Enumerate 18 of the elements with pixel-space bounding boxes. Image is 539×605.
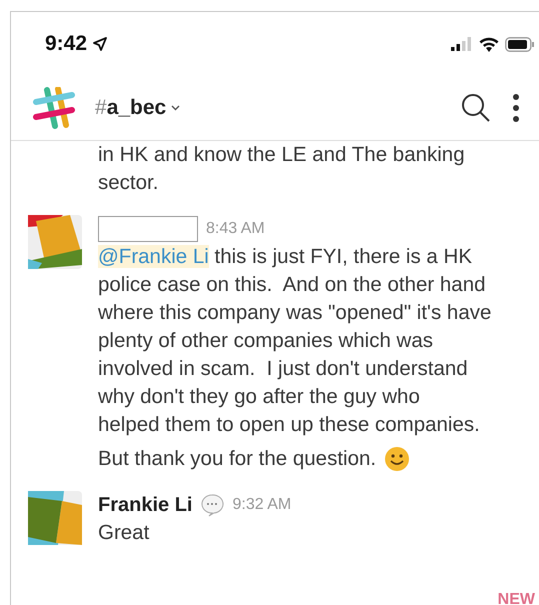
channel-name[interactable]: #a_bec (95, 96, 180, 120)
location-arrow-icon (93, 37, 108, 51)
search-button[interactable] (461, 93, 491, 123)
message-text: Great (98, 520, 150, 546)
new-messages-marker: NEW (498, 591, 535, 605)
signal-icon (451, 37, 473, 51)
message-text: in HK and know the LE and The banking sector. (98, 142, 465, 196)
author-name[interactable]: Frankie Li (98, 494, 192, 516)
message-text: But thank you for the question. (98, 446, 376, 472)
clock-time: 9:42 (45, 32, 88, 56)
more-options-button[interactable] (511, 93, 521, 123)
message-time: 9:32 AM (232, 496, 292, 514)
message-text: @Frankie Li this is just FYI, there is a HK police case on this. And on the other hand where this company was "opened" it's have plenty of other companies which was involved in scam. I just don't understand why don't they go after the guy who helped them to open up these companies. (98, 244, 492, 438)
caret-icon (171, 105, 180, 111)
wifi-icon (479, 36, 499, 52)
message-time: 8:43 AM (206, 220, 265, 238)
battery-icon (505, 36, 535, 52)
app-logo-icon (33, 87, 75, 129)
